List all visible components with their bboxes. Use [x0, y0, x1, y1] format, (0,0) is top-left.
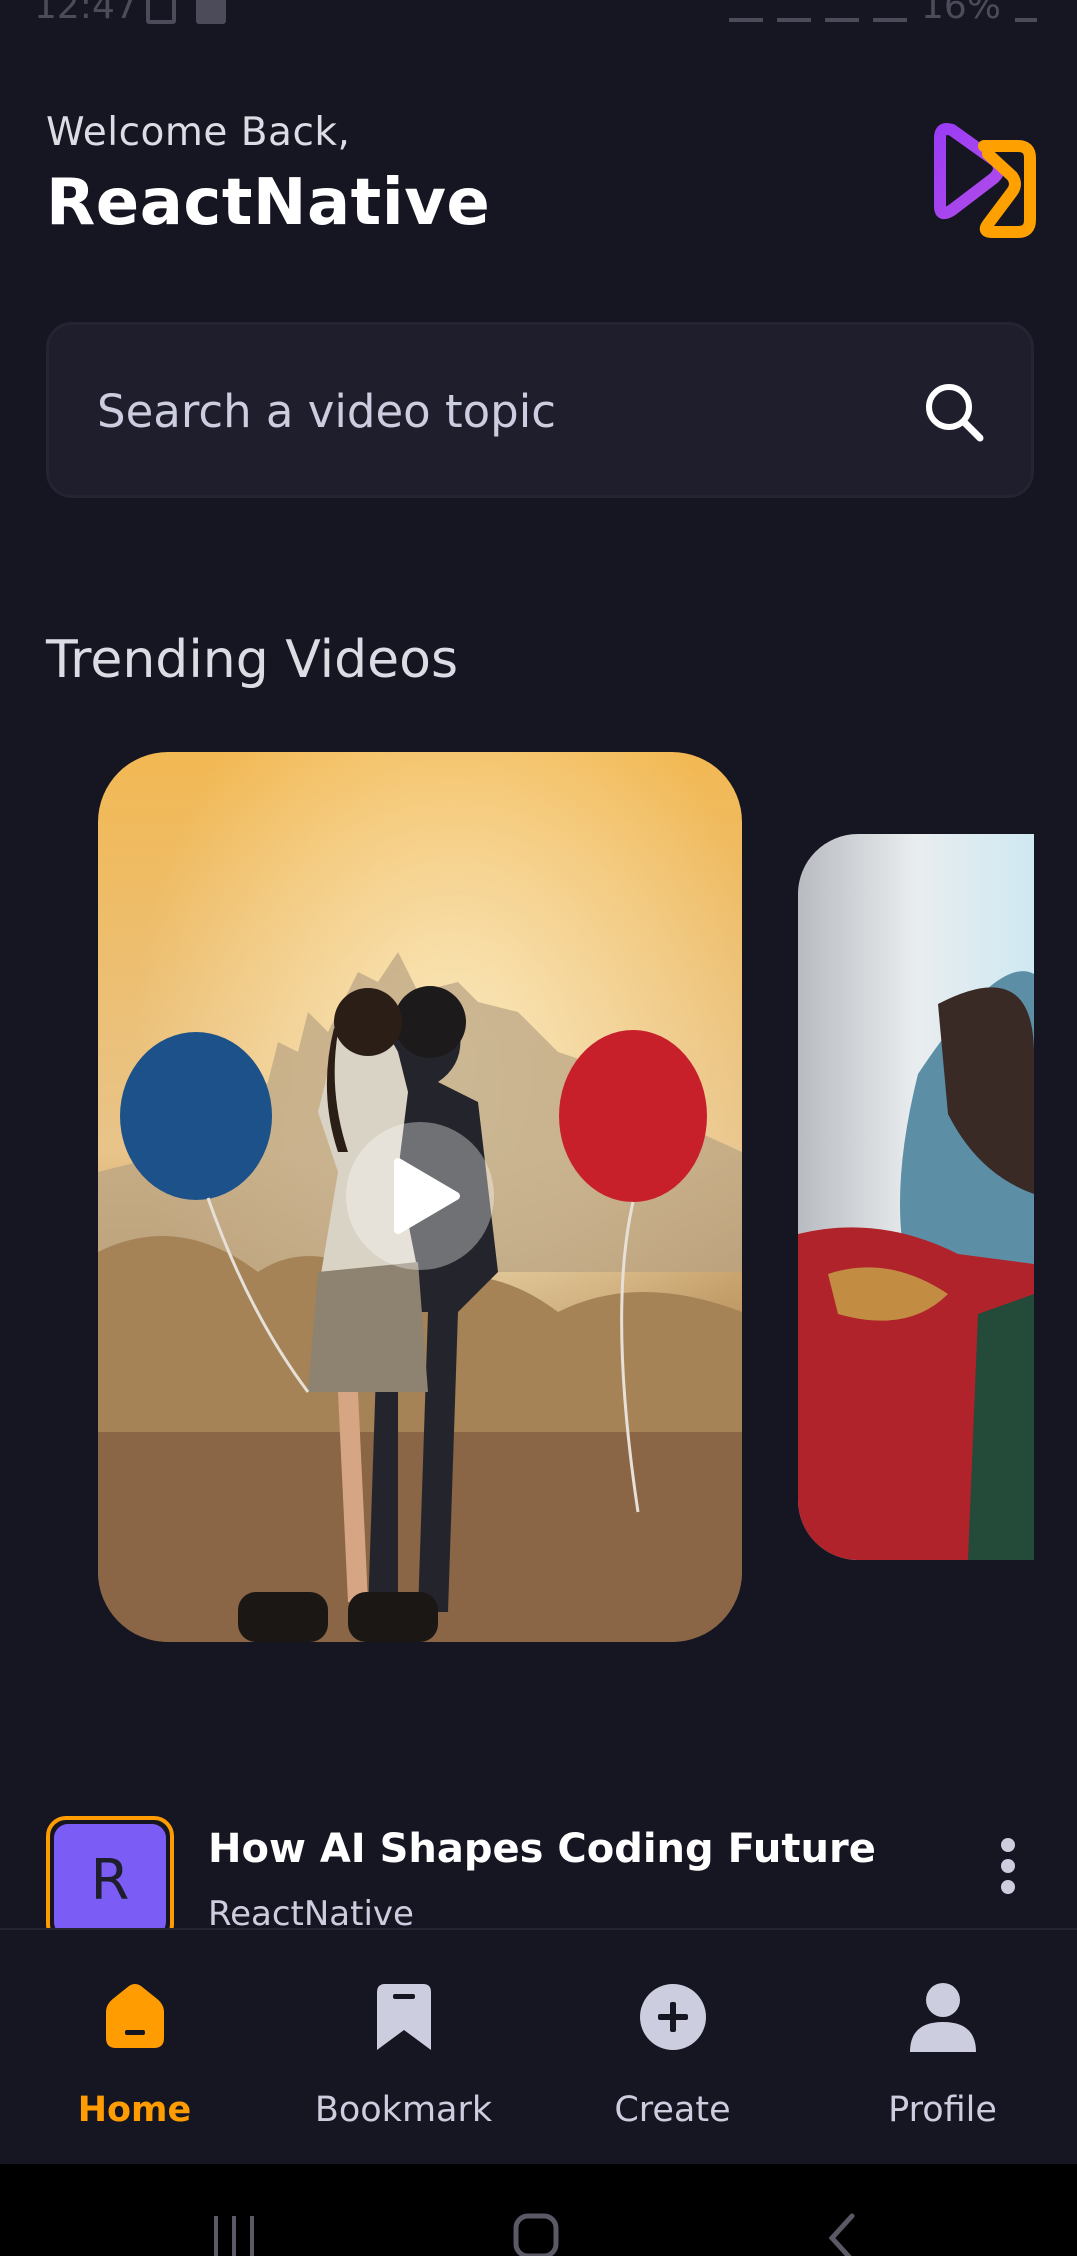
- welcome-text: Welcome Back,: [46, 110, 351, 155]
- recent-apps-icon[interactable]: [210, 2212, 260, 2256]
- bookmark-icon: [376, 1984, 431, 2050]
- battery-level: 16%: [920, 0, 1001, 27]
- video-creator: ReactNative: [208, 1894, 414, 1928]
- system-navigation-bar: [0, 2164, 1077, 2256]
- play-icon: [394, 1158, 460, 1234]
- trending-video-card[interactable]: [98, 752, 742, 1642]
- mute-icon: [728, 0, 763, 22]
- more-options-icon[interactable]: [996, 1838, 1020, 1902]
- search-box[interactable]: [46, 322, 1034, 498]
- status-right: 16%: [728, 0, 1037, 27]
- avatar: R: [54, 1824, 166, 1928]
- video-list-item[interactable]: R How AI Shapes Coding Future ReactNativ…: [0, 1816, 1077, 1928]
- back-icon[interactable]: [822, 2212, 862, 2256]
- tab-profile[interactable]: Profile: [808, 1930, 1077, 2166]
- home-screen: 12:47 16% Welcome Back, ReactNative Sear…: [0, 0, 1077, 2256]
- tab-label-bookmark: Bookmark: [314, 2090, 493, 2130]
- tab-label-home: Home: [77, 2090, 192, 2130]
- trending-video-card-next[interactable]: [798, 834, 1034, 1560]
- video-thumbnail-next: [798, 834, 1034, 1560]
- search-icon[interactable]: [923, 381, 985, 443]
- battery-icon: [1015, 0, 1037, 22]
- status-time: 12:47: [34, 0, 138, 27]
- tab-label-create: Create: [614, 2090, 731, 2130]
- tab-home[interactable]: Home: [0, 1930, 269, 2166]
- bottom-tab-bar: Home Bookmark Create Profile: [0, 1928, 1077, 2164]
- plus-icon: [639, 1984, 706, 2050]
- search-input[interactable]: [97, 375, 897, 447]
- checkbox-icon: [196, 0, 226, 24]
- calendar-icon: [146, 0, 176, 24]
- username-title: ReactNative: [46, 166, 491, 240]
- signal-icon: [872, 0, 907, 22]
- tab-bookmark[interactable]: Bookmark: [269, 1930, 538, 2166]
- tab-label-profile: Profile: [888, 2090, 997, 2130]
- wifi-icon: [776, 0, 811, 22]
- profile-icon: [909, 1983, 976, 2052]
- call-icon: [824, 0, 859, 22]
- tab-create[interactable]: Create: [538, 1930, 807, 2166]
- creator-avatar-frame[interactable]: R: [46, 1816, 174, 1928]
- status-bar: 12:47 16%: [0, 0, 1077, 32]
- app-logo-icon: [934, 123, 1036, 238]
- video-title[interactable]: How AI Shapes Coding Future: [208, 1826, 876, 1872]
- home-icon: [105, 1984, 164, 2048]
- trending-title: Trending Videos: [46, 630, 459, 690]
- play-button[interactable]: [346, 1122, 494, 1270]
- home-nav-icon[interactable]: [512, 2212, 562, 2256]
